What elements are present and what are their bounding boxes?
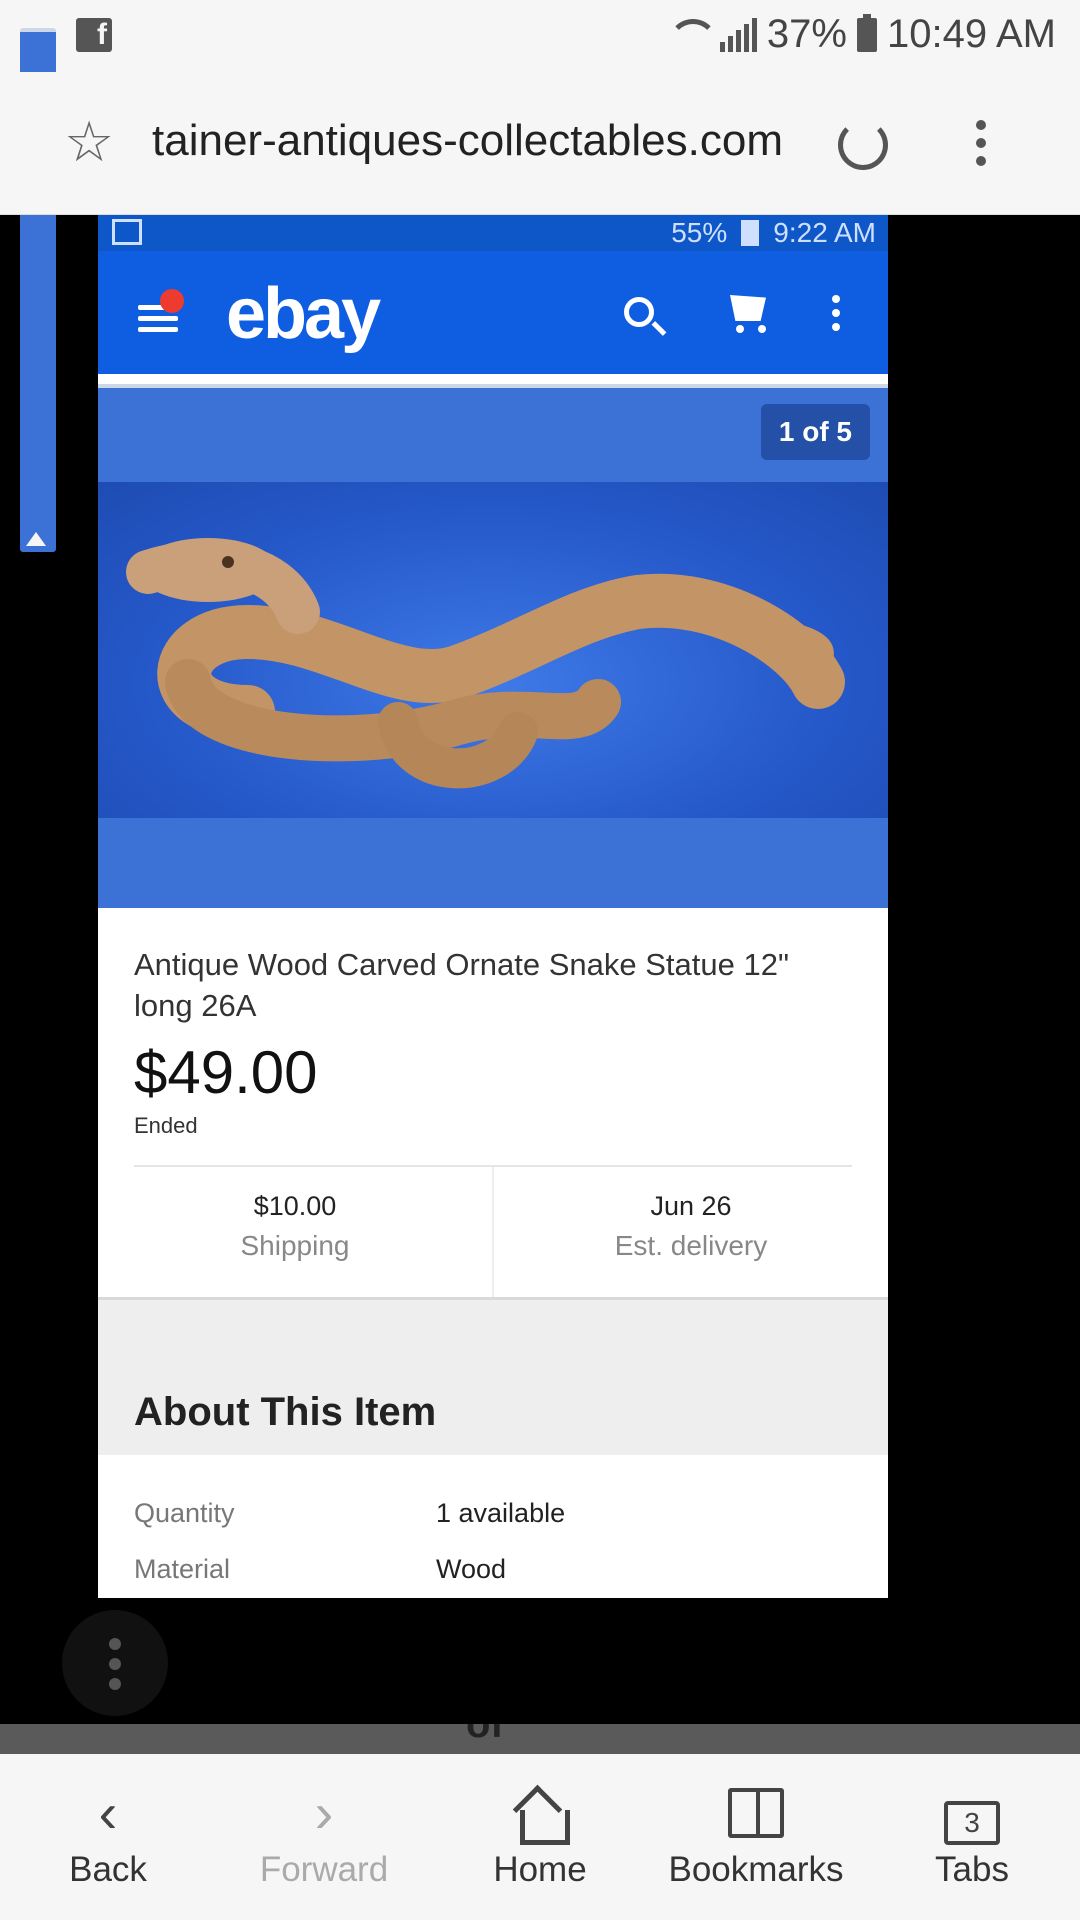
home-label: Home bbox=[493, 1850, 587, 1889]
battery-icon bbox=[856, 13, 877, 52]
tabs-icon: 3 bbox=[944, 1801, 1000, 1845]
partial-text: of bbox=[466, 1724, 504, 1746]
browser-address-bar: ☆ tainer-antiques-collectables.com bbox=[0, 72, 1080, 215]
bookmark-star-icon[interactable]: ☆ bbox=[64, 114, 114, 170]
item-specifics: Quantity 1 available Material Wood bbox=[98, 1455, 888, 1597]
facebook-icon: f bbox=[76, 18, 112, 52]
tabs-button[interactable]: 3 Tabs bbox=[864, 1754, 1080, 1920]
embedded-gallery-icon bbox=[112, 219, 142, 245]
listing-status: Ended bbox=[134, 1113, 198, 1138]
spec-label: Quantity bbox=[134, 1497, 235, 1528]
clock: 10:49 AM bbox=[886, 12, 1056, 56]
shipping-info: $10.00 Shipping bbox=[98, 1167, 492, 1297]
delivery-date: Jun 26 bbox=[650, 1191, 732, 1221]
spec-value: 1 available bbox=[436, 1497, 566, 1528]
partial-text-strip: of bbox=[0, 1724, 1080, 1754]
ebay-logo[interactable]: ebay bbox=[226, 273, 381, 355]
signal-icon bbox=[719, 17, 757, 52]
about-title: About This Item bbox=[134, 1390, 437, 1434]
back-icon: ‹ bbox=[98, 1781, 118, 1844]
ebay-header: ebay bbox=[98, 251, 888, 374]
browser-menu-icon[interactable] bbox=[976, 120, 988, 174]
battery-percent: 37% bbox=[766, 12, 847, 56]
item-price: $49.00 bbox=[134, 1039, 318, 1106]
notification-dot bbox=[160, 289, 184, 313]
spec-row-quantity: Quantity 1 available bbox=[118, 1485, 868, 1541]
forward-icon: › bbox=[314, 1781, 334, 1844]
shipping-cost: $10.00 bbox=[253, 1191, 337, 1221]
browser-bottom-nav: ‹ Back › Forward Home Bookmarks 3 Tabs bbox=[0, 1754, 1080, 1920]
snake-statue-image bbox=[126, 538, 845, 789]
tabs-label: Tabs bbox=[935, 1850, 1009, 1889]
cart-wheels bbox=[736, 325, 766, 333]
ebay-overflow-menu-icon[interactable] bbox=[832, 295, 840, 337]
image-gallery[interactable]: 1 of 5 bbox=[98, 384, 888, 908]
embedded-status-bar: 55% 9:22 AM bbox=[98, 215, 888, 251]
back-label: Back bbox=[69, 1850, 147, 1889]
shipping-row: $10.00 Shipping Jun 26 Est. delivery bbox=[98, 1167, 888, 1297]
wifi-icon bbox=[667, 18, 718, 51]
delivery-label: Est. delivery bbox=[614, 1230, 768, 1261]
cart-icon[interactable] bbox=[730, 295, 766, 321]
forward-label: Forward bbox=[259, 1850, 389, 1889]
search-icon[interactable] bbox=[624, 297, 654, 327]
url-field[interactable]: tainer-antiques-collectables.com bbox=[152, 116, 783, 166]
device-status-bar: f 37% 10:49 AM bbox=[0, 0, 1080, 552]
embedded-battery-icon bbox=[741, 220, 760, 246]
floating-menu-button[interactable] bbox=[62, 1610, 168, 1716]
embedded-battery-percent: 55% bbox=[671, 217, 728, 248]
about-section: About This Item bbox=[98, 1297, 888, 1455]
home-button[interactable]: Home bbox=[432, 1754, 648, 1920]
home-icon bbox=[514, 1792, 570, 1845]
embedded-screenshot: 55% 9:22 AM ebay 1 of 5 Antique Wood Car… bbox=[98, 215, 888, 1598]
reload-icon[interactable] bbox=[838, 120, 888, 170]
spec-label: Material bbox=[134, 1553, 231, 1584]
back-button[interactable]: ‹ Back bbox=[0, 1754, 216, 1920]
product-photo[interactable] bbox=[98, 482, 888, 818]
forward-button[interactable]: › Forward bbox=[216, 1754, 432, 1920]
item-info: Antique Wood Carved Ornate Snake Statue … bbox=[98, 944, 888, 1167]
shipping-label: Shipping bbox=[240, 1230, 350, 1261]
embedded-clock: 9:22 AM bbox=[773, 217, 876, 248]
spec-value: Wood bbox=[436, 1553, 507, 1584]
bookmarks-icon bbox=[728, 1788, 784, 1838]
item-title: Antique Wood Carved Ornate Snake Statue … bbox=[134, 947, 789, 1023]
delivery-info: Jun 26 Est. delivery bbox=[492, 1167, 888, 1297]
bookmarks-label: Bookmarks bbox=[668, 1850, 844, 1889]
gallery-counter: 1 of 5 bbox=[760, 404, 870, 460]
status-indicators: 37% 10:49 AM bbox=[667, 12, 1056, 57]
bookmarks-button[interactable]: Bookmarks bbox=[648, 1754, 864, 1920]
spec-row-material: Material Wood bbox=[118, 1541, 868, 1597]
divider bbox=[134, 1165, 852, 1167]
